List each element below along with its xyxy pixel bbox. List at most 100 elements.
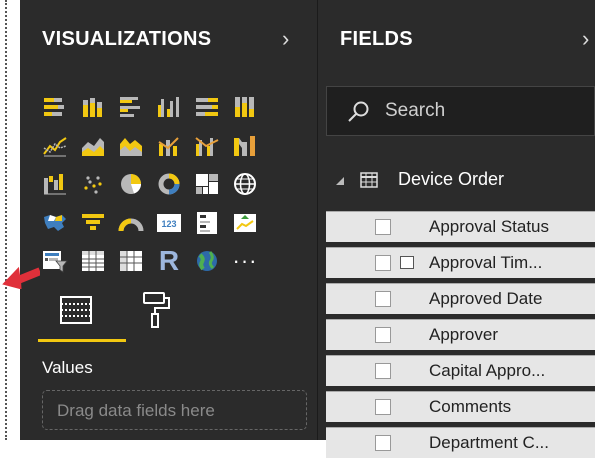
waterfall-icon — [42, 172, 68, 196]
multi-row-card-icon — [194, 211, 220, 235]
ribbon-chart-icon — [232, 134, 258, 158]
window-border — [5, 0, 7, 440]
viz-tile-stacked-area[interactable] — [112, 127, 150, 166]
viz-tile-clustered-bar[interactable] — [112, 88, 150, 127]
field-item[interactable]: Approved Date — [326, 283, 595, 314]
search-icon — [348, 101, 369, 122]
100pct-stacked-bar-icon — [194, 95, 220, 119]
field-item[interactable]: Capital Appro... — [326, 355, 595, 386]
viz-tile-line-chart[interactable] — [36, 127, 74, 166]
viz-tile-funnel[interactable] — [74, 204, 112, 243]
card-icon: 123 — [156, 211, 182, 235]
expand-triangle-icon[interactable] — [335, 176, 345, 186]
viz-tile-slicer[interactable] — [36, 242, 74, 281]
stacked-area-icon — [118, 134, 144, 158]
visual-gallery: 123 R ··· — [36, 88, 302, 281]
gauge-icon — [118, 211, 144, 235]
empty-tile — [264, 165, 302, 204]
viz-tile-ribbon-chart[interactable] — [226, 127, 264, 166]
field-item[interactable]: Comments — [326, 391, 595, 422]
svg-text:123: 123 — [161, 219, 176, 229]
viz-tile-multi-row-card[interactable] — [188, 204, 226, 243]
viz-tile-100pct-stacked-column[interactable] — [226, 88, 264, 127]
fields-search-box[interactable]: Search — [326, 86, 595, 136]
visualizations-pane: VISUALIZATIONS › 123 R ··· Values Drag dat… — [20, 0, 317, 440]
viz-tile-stacked-bar[interactable] — [36, 88, 74, 127]
slicer-icon — [42, 249, 68, 273]
empty-tile — [264, 127, 302, 166]
search-placeholder: Search — [385, 100, 446, 121]
viz-tile-line-and-clustered-column[interactable] — [188, 127, 226, 166]
donut-icon — [156, 172, 182, 196]
visualization-tabs — [38, 286, 317, 342]
field-checkbox[interactable] — [375, 363, 391, 379]
fields-pane: FIELDS › Search Device Order Approval St… — [318, 0, 595, 458]
field-checkbox[interactable] — [375, 291, 391, 307]
pie-icon — [118, 172, 144, 196]
table-device-order[interactable]: Device Order — [326, 160, 595, 200]
line-and-clustered-column-icon — [194, 134, 220, 158]
collapse-visualizations-chevron-icon[interactable]: › — [282, 26, 289, 52]
viz-tile-gauge[interactable] — [112, 204, 150, 243]
field-label: Approval Status — [429, 217, 550, 236]
viz-tile-scatter[interactable] — [74, 165, 112, 204]
clustered-bar-icon — [118, 95, 144, 119]
field-checkbox[interactable] — [375, 435, 391, 451]
viz-tile-filled-map[interactable] — [36, 204, 74, 243]
viz-tile-pie[interactable] — [112, 165, 150, 204]
field-label: Capital Appro... — [429, 361, 546, 380]
viz-tile-line-and-column[interactable] — [150, 127, 188, 166]
matrix-icon — [118, 249, 144, 273]
field-item[interactable]: Approval Status — [326, 211, 595, 242]
values-dropzone[interactable]: Drag data fields here — [42, 390, 307, 430]
field-label: Approver — [429, 325, 498, 344]
field-item[interactable]: Approval Tim... — [326, 247, 595, 278]
more-icon: ··· — [232, 248, 258, 274]
viz-tile-treemap[interactable] — [188, 165, 226, 204]
collapse-fields-chevron-icon[interactable]: › — [582, 26, 589, 52]
empty-tile — [264, 242, 302, 281]
format-paint-roller-icon[interactable] — [138, 290, 174, 330]
field-checkbox[interactable] — [375, 255, 391, 271]
viz-tile-matrix[interactable] — [112, 242, 150, 281]
fields-tab-icon[interactable] — [58, 292, 94, 328]
field-label: Comments — [429, 397, 512, 416]
viz-tile-r-visual[interactable]: R — [150, 242, 188, 281]
fields-title: FIELDS — [340, 28, 413, 50]
area-chart-icon — [80, 134, 106, 158]
globe-icon — [194, 249, 220, 273]
viz-tile-more[interactable]: ··· — [226, 242, 264, 281]
viz-tile-area-chart[interactable] — [74, 127, 112, 166]
map-icon — [232, 172, 258, 196]
table-icon — [80, 249, 106, 273]
active-tab-underline — [38, 339, 126, 342]
kpi-icon — [232, 211, 258, 235]
viz-tile-globe[interactable] — [188, 242, 226, 281]
visualizations-title: VISUALIZATIONS — [42, 28, 212, 50]
viz-tile-waterfall[interactable] — [36, 165, 74, 204]
field-checkbox[interactable] — [375, 327, 391, 343]
values-well-label: Values — [42, 358, 93, 377]
viz-tile-stacked-column[interactable] — [74, 88, 112, 127]
table-icon — [360, 172, 378, 188]
field-item[interactable]: Department C... — [326, 427, 595, 458]
empty-tile — [264, 88, 302, 127]
viz-tile-kpi[interactable] — [226, 204, 264, 243]
viz-tile-table[interactable] — [74, 242, 112, 281]
viz-tile-donut[interactable] — [150, 165, 188, 204]
100pct-stacked-column-icon — [232, 95, 258, 119]
field-checkbox[interactable] — [375, 219, 391, 235]
field-checkbox[interactable] — [375, 399, 391, 415]
red-annotation-arrow-icon — [2, 266, 40, 289]
treemap-icon — [194, 172, 220, 196]
funnel-icon — [80, 211, 106, 235]
field-item[interactable]: Approver — [326, 319, 595, 350]
viz-tile-card[interactable]: 123 — [150, 204, 188, 243]
viz-tile-map[interactable] — [226, 165, 264, 204]
line-and-column-icon — [156, 134, 182, 158]
viz-tile-clustered-column[interactable] — [150, 88, 188, 127]
datetime-hierarchy-icon — [400, 256, 414, 269]
empty-tile — [264, 204, 302, 243]
viz-tile-100pct-stacked-bar[interactable] — [188, 88, 226, 127]
field-label: Department C... — [429, 433, 549, 452]
